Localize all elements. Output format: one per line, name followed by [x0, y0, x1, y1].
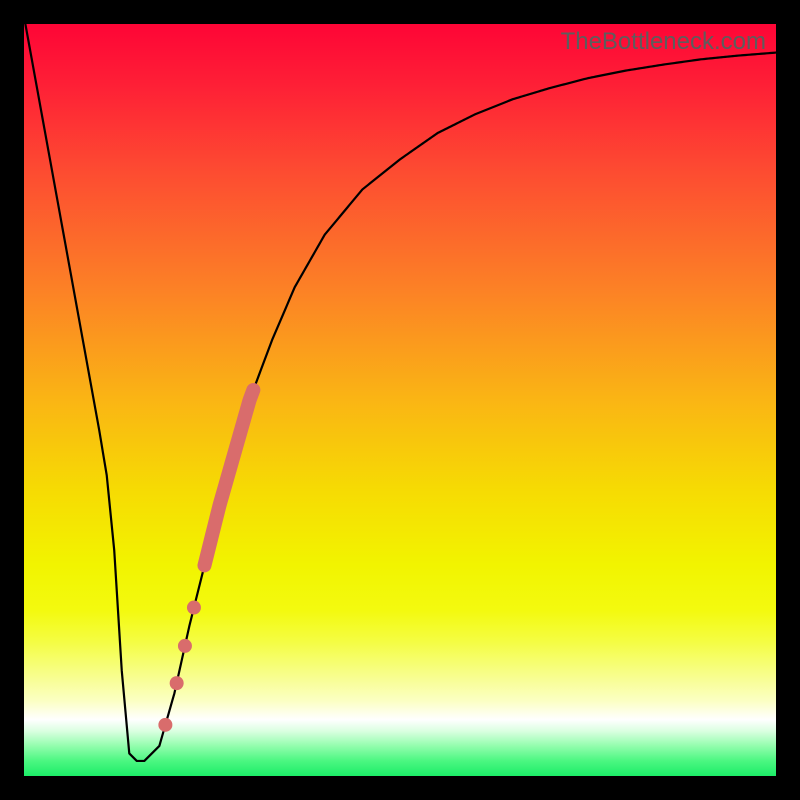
marker-dot: [178, 639, 192, 653]
gradient-background: [24, 24, 776, 776]
chart-frame: TheBottleneck.com: [0, 0, 800, 800]
plot-area: TheBottleneck.com: [24, 24, 776, 776]
marker-dot: [158, 718, 172, 732]
chart-svg: [24, 24, 776, 776]
marker-dot: [187, 601, 201, 615]
watermark-text: TheBottleneck.com: [561, 28, 766, 56]
marker-dot: [170, 676, 184, 690]
